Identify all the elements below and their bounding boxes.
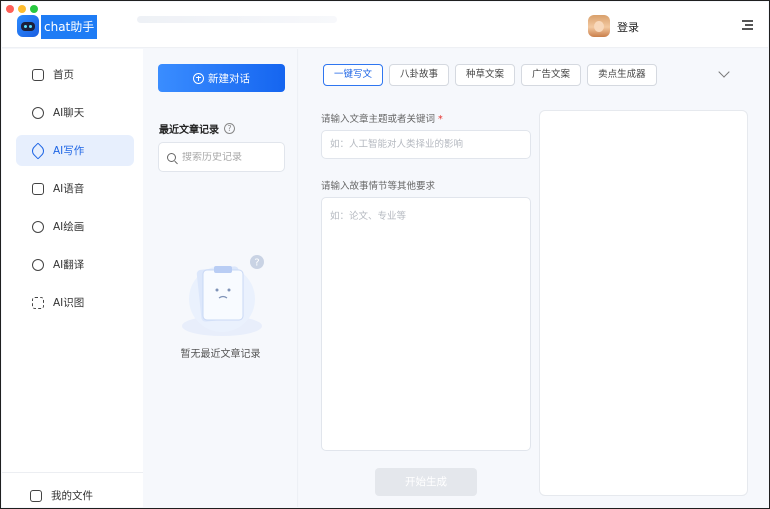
history-panel: 新建对话 最近文章记录 ? ? 暂无最近文章记录 (143, 49, 298, 507)
sidebar-item-ai-image-recognition[interactable]: AI识图 (16, 287, 134, 318)
svg-text:?: ? (254, 258, 259, 269)
sidebar-item-label: AI识图 (53, 297, 85, 309)
tab-gossip-story[interactable]: 八卦故事 (389, 64, 450, 86)
translate-icon (32, 258, 44, 271)
minimize-window-button[interactable] (18, 5, 26, 13)
search-icon (167, 152, 176, 162)
palette-icon (32, 220, 44, 233)
sidebar-item-label: 首页 (53, 69, 74, 81)
recent-articles-title: 最近文章记录 ? (159, 121, 235, 136)
story-requirements-textarea[interactable] (321, 197, 531, 451)
close-window-button[interactable] (6, 5, 14, 13)
empty-history-text: 暂无最近文章记录 (180, 349, 261, 360)
tab-one-click-writing[interactable]: 一键写文 (323, 64, 384, 86)
voice-wave-icon (32, 182, 44, 195)
tab-product-recommendation[interactable]: 种草文案 (455, 64, 516, 86)
window-controls (6, 5, 38, 13)
sidebar-item-label: AI绘画 (53, 221, 85, 233)
chevron-down-icon[interactable] (718, 66, 730, 78)
chat-bubble-icon (32, 106, 44, 119)
history-search-box (158, 142, 285, 172)
sidebar-item-ai-voice[interactable]: AI语音 (16, 173, 134, 204)
app-window: chat助手 登录 首页 AI聊天 AI写作 AI语音 AI绘画 AI翻译 AI… (0, 0, 770, 509)
my-files-link[interactable]: 我的文件 (30, 488, 93, 503)
pen-icon (29, 142, 47, 159)
tab-ad-copy[interactable]: 广告文案 (521, 64, 582, 86)
robot-logo-icon (17, 15, 39, 37)
sidebar-item-label: AI语音 (53, 183, 85, 195)
topic-input[interactable] (321, 130, 531, 159)
app-title: chat助手 (41, 15, 98, 39)
writing-main-area: 一键写文 八卦故事 种草文案 广告文案 卖点生成器 请输入文章主题或者关键词 * … (299, 49, 768, 507)
file-icon (30, 489, 42, 502)
sidebar-divider (2, 472, 143, 473)
help-icon[interactable]: ? (224, 123, 235, 134)
sidebar-item-ai-painting[interactable]: AI绘画 (16, 211, 134, 242)
empty-clipboard-illustration: ? (177, 254, 267, 339)
start-generate-button[interactable]: 开始生成 (375, 468, 477, 496)
sidebar-item-ai-writing[interactable]: AI写作 (16, 135, 134, 166)
history-search-input[interactable] (182, 151, 282, 163)
maximize-window-button[interactable] (30, 5, 38, 13)
image-scan-icon (32, 296, 44, 309)
sidebar-item-label: AI写作 (53, 145, 85, 157)
topic-field-label: 请输入文章主题或者关键词 * (321, 111, 443, 125)
sidebar-item-label: AI翻译 (53, 259, 85, 271)
recent-articles-label: 最近文章记录 (159, 125, 219, 136)
menu-icon[interactable] (742, 20, 753, 30)
required-mark: * (438, 114, 443, 125)
sidebar-item-home[interactable]: 首页 (16, 59, 134, 90)
sidebar-item-ai-translate[interactable]: AI翻译 (16, 249, 134, 280)
my-files-label: 我的文件 (51, 490, 93, 502)
sidebar: 首页 AI聊天 AI写作 AI语音 AI绘画 AI翻译 AI识图 我的文件 (2, 49, 143, 507)
story-field-label: 请输入故事情节等其他要求 (321, 181, 436, 192)
login-link[interactable]: 登录 (617, 19, 639, 35)
output-panel (539, 110, 748, 496)
plus-circle-icon (193, 72, 204, 84)
new-chat-button[interactable]: 新建对话 (158, 64, 285, 92)
home-icon (32, 68, 44, 81)
new-chat-label: 新建对话 (208, 72, 250, 85)
tab-selling-point-generator[interactable]: 卖点生成器 (587, 64, 657, 86)
writing-tabs: 一键写文 八卦故事 种草文案 广告文案 卖点生成器 (323, 64, 657, 86)
top-header: chat助手 登录 (2, 2, 768, 48)
user-avatar[interactable] (588, 15, 610, 37)
sidebar-item-label: AI聊天 (53, 107, 85, 119)
blurred-header-area (137, 16, 337, 23)
sidebar-item-ai-chat[interactable]: AI聊天 (16, 97, 134, 128)
topic-label-text: 请输入文章主题或者关键词 (321, 114, 436, 125)
